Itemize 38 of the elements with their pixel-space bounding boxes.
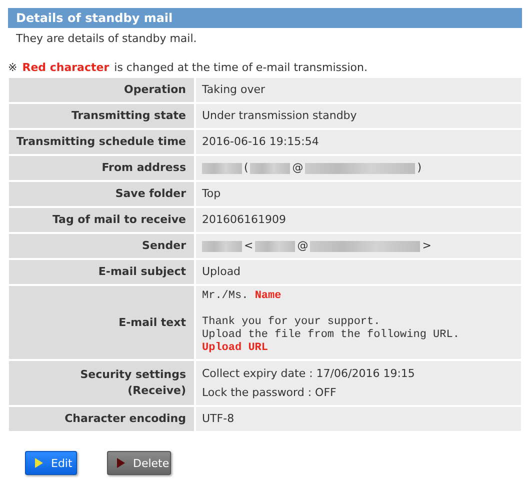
address-symbol: ( — [244, 160, 248, 176]
address-symbol: @ — [297, 238, 308, 254]
note-mark: ※ — [8, 61, 18, 74]
mail-text: Thank you for your support. — [202, 316, 380, 328]
panel-description: They are details of standby mail. — [15, 31, 198, 47]
field-label: Operation — [9, 78, 194, 102]
address-symbol: > — [422, 238, 432, 254]
placeholder-tag: Upload URL — [202, 342, 268, 354]
field-label: Transmitting state — [9, 104, 194, 128]
field-label: Save folder — [9, 182, 194, 206]
field-value: 2016-06-16 19:15:54 — [202, 134, 319, 150]
edit-button[interactable]: Edit — [25, 451, 77, 475]
setting-text: Collect expiry date : 17/06/2016 19:15 — [202, 366, 415, 382]
field-label: Transmitting schedule time — [9, 130, 194, 154]
field-label: Sender — [9, 234, 194, 258]
notice-highlight: Red character — [22, 61, 110, 74]
field-value: Taking over — [202, 82, 266, 98]
field-value: 201606161909 — [202, 212, 286, 228]
field-label: Tag of mail to receive — [9, 208, 194, 232]
field-label: Character encoding — [9, 407, 194, 431]
notice-text: is changed at the time of e-mail transmission. — [114, 61, 368, 74]
field-value: Upload — [202, 264, 241, 280]
field-label: Security settings (Receive) — [9, 361, 194, 405]
panel-title: Details of standby mail — [8, 8, 522, 28]
delete-button[interactable]: Delete — [107, 451, 171, 475]
mail-text: Mr./Ms. — [202, 290, 250, 302]
address-symbol: < — [244, 238, 254, 254]
setting-text: Lock the password : OFF — [202, 385, 338, 401]
field-label: E-mail text — [9, 286, 194, 359]
field-label: From address — [9, 156, 194, 180]
field-label: E-mail subject — [9, 260, 194, 284]
mail-text: Upload the file from the following URL. — [202, 329, 460, 341]
field-value: Top — [202, 186, 221, 202]
placeholder-tag: Name — [254, 290, 282, 302]
address-symbol: @ — [292, 160, 304, 176]
address-symbol: ) — [417, 160, 422, 176]
field-value: Under transmission standby — [202, 108, 357, 124]
field-value: UTF-8 — [202, 411, 234, 427]
